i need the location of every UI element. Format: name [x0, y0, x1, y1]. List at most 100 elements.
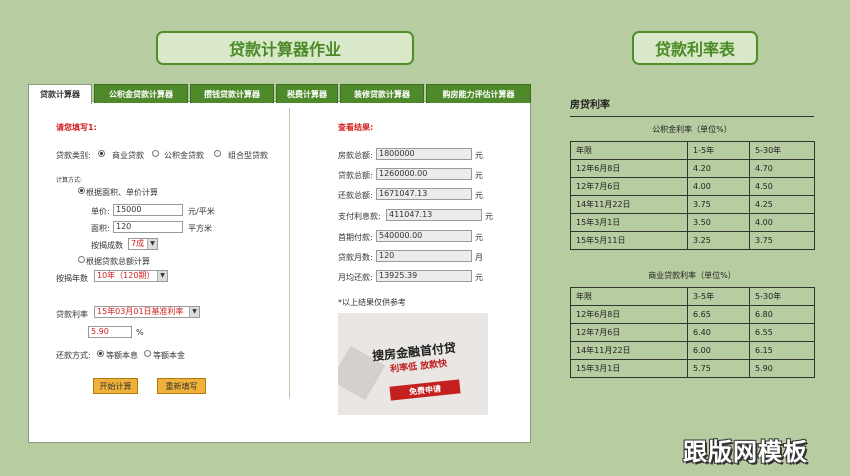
- result-unit: 元: [475, 233, 483, 242]
- result-unit: 元: [475, 191, 483, 200]
- tab-loan-calculator[interactable]: 贷款计算器: [28, 84, 92, 104]
- rate-unit: %: [136, 328, 144, 337]
- result-interest: 411047.13: [386, 209, 482, 221]
- tab-provident-fund-calculator[interactable]: 公积金贷款计算器: [94, 84, 188, 103]
- rate-input[interactable]: 5.90: [88, 326, 132, 338]
- table-cell: 4.70: [749, 159, 815, 178]
- result-down-payment: 540000.00: [376, 230, 472, 242]
- table-header-cell: 年限: [570, 287, 688, 306]
- table-cell: 12年6月8日: [570, 305, 688, 324]
- table-cell: 12年7月6日: [570, 323, 688, 342]
- result-unit: 元: [485, 212, 493, 221]
- table-cell: 3.75: [687, 195, 750, 214]
- area-input[interactable]: 120: [113, 221, 183, 233]
- tab-renovation-loan-calculator[interactable]: 装修贷款计算器: [340, 84, 424, 103]
- result-unit: 元: [475, 273, 483, 282]
- table-row: 15年3月1日 3.50 4.00: [570, 213, 815, 232]
- table-cell: 14年11月22日: [570, 195, 688, 214]
- table-cell: 15年5月11日: [570, 231, 688, 250]
- table-header-row: 年限 3-5年 5-30年: [570, 287, 815, 306]
- table-header-cell: 5-30年: [749, 141, 815, 160]
- table-cell: 3.25: [687, 231, 750, 250]
- result-loan-total: 1260000.00: [376, 168, 472, 180]
- panel-divider: [289, 108, 290, 398]
- tab-affordability-calculator[interactable]: 购房能力评估计算器: [426, 84, 531, 103]
- result-label-house-total: 房款总额:: [338, 151, 373, 160]
- loan-ad-banner[interactable]: 搜房金融首付贷 利率低 放款快 免费申请: [338, 313, 488, 415]
- result-house-total: 1800000: [376, 148, 472, 160]
- table-header-row: 年限 1-5年 5-30年: [570, 141, 815, 160]
- result-unit: 元: [475, 151, 483, 160]
- fill-title: 请您填写1:: [56, 123, 97, 132]
- unit-price-input[interactable]: 15000: [113, 204, 183, 216]
- result-label-repay-total: 还款总额:: [338, 191, 373, 200]
- result-unit: 元: [475, 171, 483, 180]
- repay-equal-principal-label: 等额本金: [153, 351, 185, 360]
- repay-equal-installment-label: 等额本息: [106, 351, 138, 360]
- table-cell: 4.00: [749, 213, 815, 232]
- unit-price-label: 单价:: [91, 207, 110, 216]
- loan-type-commercial-label: 商业贷款: [112, 151, 144, 160]
- loan-type-commercial-radio[interactable]: [98, 150, 105, 157]
- result-monthly-payment: 13925.39: [376, 270, 472, 282]
- table-row: 12年7月6日 4.00 4.50: [570, 177, 815, 196]
- area-label: 面积:: [91, 224, 110, 233]
- provident-rate-table: 年限 1-5年 5-30年 12年6月8日 4.20 4.70 12年7月6日 …: [570, 141, 815, 250]
- unit-price-unit: 元/平米: [188, 207, 215, 216]
- table-cell: 14年11月22日: [570, 341, 688, 360]
- table-row: 12年7月6日 6.40 6.55: [570, 323, 815, 342]
- rate-table-rule: [570, 116, 814, 117]
- tab-tax-calculator[interactable]: 税费计算器: [276, 84, 338, 103]
- result-label-interest: 支付利息款:: [338, 212, 381, 221]
- table-cell: 6.15: [749, 341, 815, 360]
- result-label-monthly-payment: 月均还款:: [338, 273, 373, 282]
- table-row: 12年6月8日 4.20 4.70: [570, 159, 815, 178]
- table-cell: 4.20: [687, 159, 750, 178]
- table-header-cell: 年限: [570, 141, 688, 160]
- table-cell: 5.90: [749, 359, 815, 378]
- table-cell: 15年3月1日: [570, 213, 688, 232]
- loan-type-provident-label: 公积金贷款: [164, 151, 204, 160]
- table-header-cell: 5-30年: [749, 287, 815, 306]
- repay-label: 还款方式:: [56, 351, 91, 360]
- table-cell: 6.55: [749, 323, 815, 342]
- tab-saving-loan-calculator[interactable]: 攒钱贷款计算器: [190, 84, 274, 103]
- repay-equal-installment-radio[interactable]: [97, 350, 104, 357]
- table-row: 14年11月22日 6.00 6.15: [570, 341, 815, 360]
- results-title: 查看结果:: [338, 123, 374, 132]
- years-label: 按揭年数: [56, 274, 88, 283]
- commercial-rate-caption: 商业贷款利率（单位%）: [648, 271, 736, 280]
- repay-equal-principal-radio[interactable]: [144, 350, 151, 357]
- rate-select[interactable]: 15年03月01日基准利率 ▼: [94, 306, 200, 318]
- table-row: 15年3月1日 5.75 5.90: [570, 359, 815, 378]
- loan-type-combined-radio[interactable]: [214, 150, 221, 157]
- table-header-cell: 1-5年: [687, 141, 750, 160]
- result-label-loan-total: 贷款总额:: [338, 171, 373, 180]
- area-unit: 平方米: [188, 224, 212, 233]
- table-cell: 4.00: [687, 177, 750, 196]
- mortgage-ratio-label: 按揭成数: [91, 241, 123, 250]
- watermark-logo: 跟版网模板: [683, 438, 808, 466]
- table-cell: 6.80: [749, 305, 815, 324]
- loan-type-provident-radio[interactable]: [152, 150, 159, 157]
- method-area-label: 根据面积、单价计算: [86, 188, 158, 197]
- chevron-down-icon: ▼: [189, 307, 199, 317]
- method-total-radio[interactable]: [78, 256, 85, 263]
- table-header-cell: 3-5年: [687, 287, 750, 306]
- table-cell: 12年7月6日: [570, 177, 688, 196]
- table-cell: 3.50: [687, 213, 750, 232]
- table-cell: 6.40: [687, 323, 750, 342]
- table-row: 15年5月11日 3.25 3.75: [570, 231, 815, 250]
- reset-button[interactable]: 重新填写: [157, 378, 206, 394]
- years-select[interactable]: 10年（120期） ▼: [94, 270, 168, 282]
- method-area-radio[interactable]: [78, 187, 85, 194]
- mortgage-ratio-select[interactable]: 7成 ▼: [128, 238, 158, 250]
- ad-apply-button[interactable]: 免费申请: [389, 379, 461, 401]
- result-label-months: 贷款月数:: [338, 253, 373, 262]
- start-calculation-button[interactable]: 开始计算: [93, 378, 138, 394]
- table-cell: 15年3月1日: [570, 359, 688, 378]
- table-cell: 6.00: [687, 341, 750, 360]
- result-months: 120: [376, 250, 472, 262]
- method-total-label: 根据贷款总额计算: [86, 257, 150, 266]
- mortgage-ratio-value: 7成: [131, 239, 145, 248]
